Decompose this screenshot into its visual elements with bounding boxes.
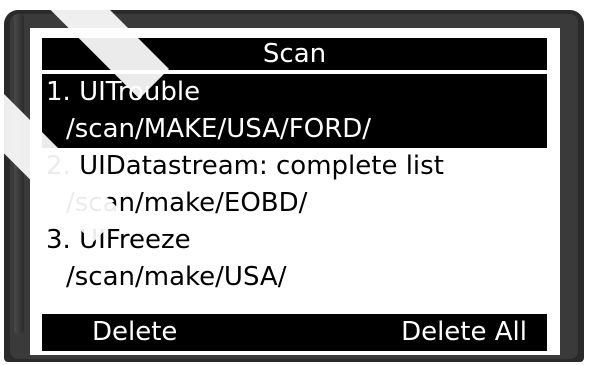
delete-button[interactable]: Delete (92, 314, 177, 351)
list-item-uidatastream[interactable]: 2. UIDatastream: complete list /scan/mak… (42, 148, 547, 222)
list-item-header: 1. UITrouble (42, 74, 547, 111)
list-item-header: 3. UIFreeze (42, 222, 547, 259)
list-item-name: UIDatastream: complete list (79, 151, 444, 181)
softkey-bar: Delete Delete All (42, 314, 547, 351)
list-item-number: 3. (46, 225, 71, 255)
list-item-number: 2. (46, 151, 71, 181)
delete-all-button[interactable]: Delete All (401, 314, 527, 351)
lcd-screen: Scan 1. UITrouble /scan/MAKE/USA/FORD/ 2… (30, 28, 560, 355)
list-item-header: 2. UIDatastream: complete list (42, 148, 547, 185)
device-page: Scan 1. UITrouble /scan/MAKE/USA/FORD/ 2… (0, 0, 589, 365)
screen-title: Scan (42, 38, 547, 70)
scan-list: 1. UITrouble /scan/MAKE/USA/FORD/ 2. UID… (42, 74, 557, 296)
list-item-name: UIFreeze (79, 225, 191, 255)
list-item-path: /scan/make/EOBD/ (66, 188, 308, 218)
list-item-name: UITrouble (79, 77, 201, 107)
bezel-highlight (14, 14, 24, 334)
list-item-number: 1. (46, 77, 71, 107)
list-item-uifreeze[interactable]: 3. UIFreeze /scan/make/USA/ (42, 222, 547, 296)
list-item-uitrouble[interactable]: 1. UITrouble /scan/MAKE/USA/FORD/ (42, 74, 547, 148)
list-item-path: /scan/make/USA/ (66, 262, 287, 292)
list-item-path: /scan/MAKE/USA/FORD/ (66, 114, 372, 144)
